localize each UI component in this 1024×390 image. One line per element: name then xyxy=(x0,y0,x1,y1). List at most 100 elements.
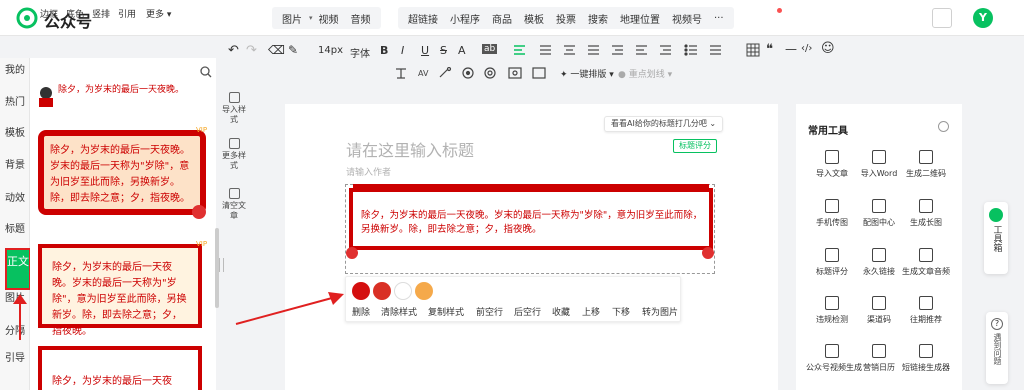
ctx-to-image[interactable]: 转为图片 xyxy=(642,305,678,318)
help-button[interactable]: ? 遇到问题 xyxy=(986,312,1008,384)
search-icon[interactable] xyxy=(200,66,212,78)
quote-icon[interactable]: ❝ xyxy=(766,42,773,57)
insert-search[interactable]: 搜索 xyxy=(582,11,614,26)
tool-channel-code[interactable]: 渠道码 xyxy=(853,296,905,325)
strikethrough-button[interactable]: S xyxy=(440,44,447,57)
tool-image-center[interactable]: 配图中心 xyxy=(853,199,905,228)
tool-phone-upload[interactable]: 手机传图 xyxy=(806,199,858,228)
tab-mine[interactable]: 我的 xyxy=(4,64,26,77)
ctx-clear-style[interactable]: 清除样式 xyxy=(381,305,417,318)
card-top-snippet: 除夕，为岁末的最后一天夜晚。 xyxy=(58,85,185,95)
insert-template[interactable]: 模板 xyxy=(518,11,550,26)
emoji-icon[interactable]: ☺ xyxy=(821,41,835,56)
author-input[interactable]: 请输入作者 xyxy=(346,165,391,178)
tab-background[interactable]: 背景 xyxy=(4,159,26,172)
table-icon[interactable] xyxy=(746,43,760,57)
bg-color-button[interactable]: ab xyxy=(482,44,498,54)
code-icon[interactable]: ‹/› xyxy=(801,43,812,54)
image-icon xyxy=(872,199,886,213)
tool-title-score[interactable]: 标题评分 xyxy=(806,248,858,277)
tool-import-word[interactable]: 导入Word xyxy=(853,150,905,179)
color-swatch-red[interactable] xyxy=(352,282,370,300)
horizontal-rule-icon[interactable]: — xyxy=(785,42,797,56)
color-swatch-orange[interactable] xyxy=(415,282,433,300)
font-family-select[interactable]: 字体 xyxy=(350,45,370,60)
insert-channels[interactable]: 视频号 xyxy=(666,11,708,26)
panel-resize-handle[interactable] xyxy=(219,258,224,272)
tab-title[interactable]: 标题 xyxy=(4,223,26,236)
insert-product[interactable]: 商品 xyxy=(486,11,518,26)
gear-icon[interactable] xyxy=(938,121,949,132)
toolbox-button[interactable]: 工具箱 xyxy=(984,202,1008,274)
tool-past-recommend[interactable]: 往期推荐 xyxy=(900,296,952,325)
insert-miniprogram[interactable]: 小程序 xyxy=(444,11,486,26)
italic-button[interactable]: I xyxy=(401,44,404,57)
block-text[interactable]: 除夕，为岁末的最后一天夜晚。岁末的最后一天称为"岁除"，意为旧岁至此而除，另换新… xyxy=(361,209,705,237)
style-card[interactable]: 除夕，为岁末的最后一天夜晚。岁末的最后一天称为"岁除"，意为旧岁至此而除，另换新… xyxy=(38,130,206,215)
style-card[interactable]: 除夕，为岁末的最后一天夜晚。岁末的最后一天称为"岁除"，意为旧岁至此而除，另换新… xyxy=(38,244,202,337)
underline-button[interactable]: U xyxy=(421,44,429,57)
font-color-button[interactable]: A xyxy=(458,44,466,57)
tool-short-link[interactable]: 短链接生成器 xyxy=(900,344,952,373)
ai-title-tip[interactable]: 看看AI给你的标题打几分吧 ⌄ xyxy=(604,116,724,132)
clear-format-icon[interactable]: ⌫ xyxy=(268,43,285,57)
more-style-button[interactable]: 更多样式 xyxy=(220,138,248,171)
import-style-button[interactable]: 导入样式 xyxy=(220,92,248,125)
tab-animation[interactable]: 动效 xyxy=(4,192,26,205)
tool-import-article[interactable]: 导入文章 xyxy=(806,150,858,179)
filter-vertical[interactable]: 竖排 xyxy=(88,8,114,22)
avatar[interactable]: Y xyxy=(973,8,993,28)
tool-video-generate[interactable]: 公众号视频生成 xyxy=(806,344,862,373)
one-click-layout-button[interactable]: ✦ 一键排版 ▾ xyxy=(560,67,614,80)
tool-qrcode[interactable]: 生成二维码 xyxy=(900,150,952,179)
phone-preview-icon[interactable] xyxy=(932,8,952,28)
title-input[interactable]: 请在这里输入标题 xyxy=(346,137,474,161)
insert-video[interactable]: 视频 xyxy=(313,11,345,26)
title-score-button[interactable]: 标题评分 xyxy=(673,139,717,153)
qrcode-icon xyxy=(872,296,886,310)
filter-border[interactable]: 边框 xyxy=(36,8,62,22)
insert-location[interactable]: 地理位置 xyxy=(614,11,666,26)
spacing-tools[interactable]: AV xyxy=(396,67,546,79)
insert-vote[interactable]: 投票 xyxy=(550,11,582,26)
tool-violation-check[interactable]: 违规检测 xyxy=(806,296,858,325)
filter-more[interactable]: 更多 ▾ xyxy=(142,8,175,22)
redo-icon[interactable]: ↷ xyxy=(246,43,257,58)
style-card[interactable]: 除夕，为岁末的最后一天夜晚。岁末的最后一天称为"岁除"，意为旧岁至此而除，另换新… xyxy=(38,346,202,390)
format-brush-icon[interactable]: ✎ xyxy=(288,43,298,57)
font-size-select[interactable]: 14px xyxy=(318,45,343,56)
calendar-icon xyxy=(872,344,886,358)
ctx-favorite[interactable]: 收藏 xyxy=(552,305,570,318)
insert-audio[interactable]: 音频 xyxy=(345,11,377,26)
insert-image[interactable]: 图片 xyxy=(276,11,308,26)
music-icon xyxy=(919,248,933,262)
ctx-move-down[interactable]: 下移 xyxy=(612,305,630,318)
color-swatch-red2[interactable] xyxy=(373,282,391,300)
color-swatch-white[interactable] xyxy=(394,282,412,300)
tool-marketing-calendar[interactable]: 营销日历 xyxy=(853,344,905,373)
tab-hot[interactable]: 热门 xyxy=(4,96,26,109)
style-panel xyxy=(30,58,216,390)
tab-template[interactable]: 模板 xyxy=(4,127,26,140)
tool-article-audio[interactable]: 生成文章音频 xyxy=(900,248,952,277)
filter-quote[interactable]: 引用 xyxy=(114,8,140,22)
ctx-delete[interactable]: 删除 xyxy=(352,305,370,318)
insert-hyperlink[interactable]: 超链接 xyxy=(402,11,444,26)
ctx-blank-before[interactable]: 前空行 xyxy=(476,305,503,318)
filter-bg[interactable]: 底色 xyxy=(62,8,88,22)
insert-more[interactable]: ··· xyxy=(708,13,730,24)
tool-permalink[interactable]: 永久链接 xyxy=(853,248,905,277)
bold-button[interactable]: B xyxy=(380,44,388,57)
tab-body-text[interactable]: 正文 xyxy=(5,248,31,290)
undo-icon[interactable]: ↶ xyxy=(228,43,239,58)
alignment-tools[interactable] xyxy=(514,44,734,56)
ctx-move-up[interactable]: 上移 xyxy=(582,305,600,318)
lantern-icon xyxy=(702,247,714,259)
ctx-copy-style[interactable]: 复制样式 xyxy=(428,305,464,318)
focus-mark-button[interactable]: ● 重点划线 ▾ xyxy=(618,67,672,80)
tab-guide[interactable]: 引导 xyxy=(4,352,26,365)
clear-article-button[interactable]: 清空文章 xyxy=(220,188,248,221)
wechat-logo-icon xyxy=(16,7,38,29)
ctx-blank-after[interactable]: 后空行 xyxy=(514,305,541,318)
tool-long-image[interactable]: 生成长图 xyxy=(900,199,952,228)
